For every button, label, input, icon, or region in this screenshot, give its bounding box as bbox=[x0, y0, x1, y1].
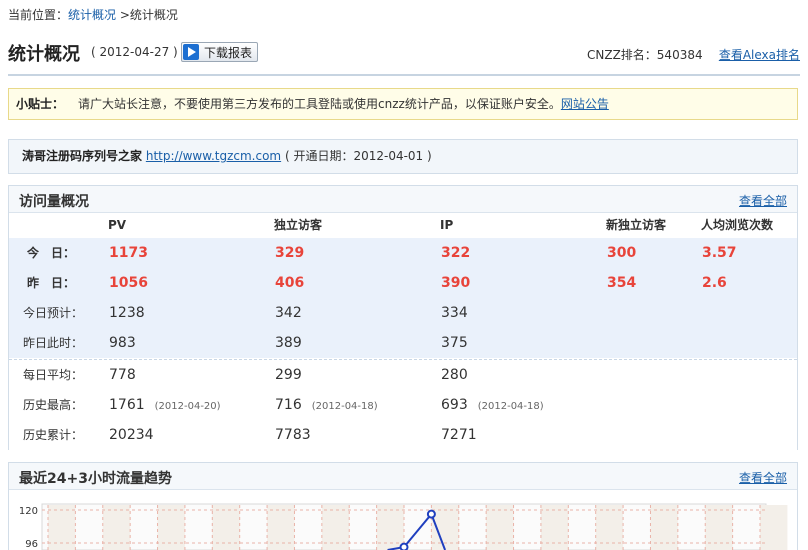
breadcrumb: 当前位置：统计概况 >统计概况 bbox=[8, 6, 178, 23]
header-pv: PV bbox=[108, 218, 127, 232]
breadcrumb-current: 统计概况 bbox=[129, 8, 178, 22]
site-open-date: ( 开通日期：2012-04-01 ) bbox=[284, 149, 432, 163]
table-row: 历史累计： 20234 7783 7271 bbox=[9, 420, 797, 450]
table-row: 每日平均： 778 299 280 bbox=[9, 360, 797, 390]
table-row: 今 日： 1173 329 322 300 3.57 bbox=[9, 238, 797, 268]
page-title: 统计概况 bbox=[8, 44, 80, 65]
daily-avg-pv: 778 bbox=[109, 367, 136, 383]
download-report-label: 下载报表 bbox=[204, 45, 253, 60]
today-ip: 322 bbox=[441, 245, 471, 261]
site-name: 涛哥注册码序列号之家 bbox=[22, 149, 143, 163]
visit-overview-panel: 访问量概况 查看全部 PV 独立访客 IP 新独立访客 人均浏览次数 今 日： … bbox=[8, 185, 798, 450]
site-url-link[interactable]: http://www.tgzcm.com bbox=[146, 149, 281, 163]
traffic-trend-chart: 120 96 bbox=[19, 503, 788, 550]
forecast-pv: 1238 bbox=[109, 305, 145, 321]
breadcrumb-prefix: 当前位置： bbox=[8, 8, 69, 22]
breadcrumb-separator: > bbox=[116, 8, 130, 22]
forecast-uv: 342 bbox=[275, 305, 302, 321]
same-time-yesterday-ip: 375 bbox=[441, 335, 468, 351]
report-date: ( 2012-04-27 ) bbox=[91, 45, 178, 59]
cnzz-rank: CNZZ排名：540384 bbox=[587, 48, 703, 62]
record-ip-date: (2012-04-18) bbox=[477, 401, 544, 412]
row-label: 历史最高： bbox=[23, 398, 84, 412]
header-unique-visitors: 独立访客 bbox=[274, 218, 323, 232]
table-row: 昨 日： 1056 406 390 354 2.6 bbox=[9, 268, 797, 298]
same-time-yesterday-pv: 983 bbox=[109, 335, 136, 351]
row-label: 每日平均： bbox=[23, 368, 84, 382]
today-new-uv: 300 bbox=[607, 245, 637, 261]
header-avg-views: 人均浏览次数 bbox=[701, 218, 774, 232]
tips-text: 请广大站长注意，不要使用第三方发布的工具登陆或使用cnzz统计产品，以保证账户安… bbox=[78, 97, 561, 111]
table-row: 今日预计： 1238 342 334 bbox=[9, 298, 797, 328]
today-pv: 1173 bbox=[109, 245, 148, 261]
record-uv: 716 (2012-04-18) bbox=[275, 390, 378, 422]
site-info-bar: 涛哥注册码序列号之家 http://www.tgzcm.com ( 开通日期：2… bbox=[8, 139, 798, 174]
yesterday-avg: 2.6 bbox=[702, 275, 727, 291]
traffic-trend-header: 最近24+3小时流量趋势 查看全部 bbox=[9, 463, 797, 490]
page-header: 统计概况 ( 2012-04-27 ) 下载报表 CNZZ排名：540384 查… bbox=[8, 40, 800, 68]
y-tick-label: 96 bbox=[25, 539, 38, 550]
traffic-trend-title: 最近24+3小时流量趋势 bbox=[19, 471, 172, 487]
yesterday-new-uv: 354 bbox=[607, 275, 637, 291]
play-icon bbox=[183, 44, 199, 60]
visit-table-header: PV 独立访客 IP 新独立访客 人均浏览次数 bbox=[9, 214, 797, 236]
visit-overview-header: 访问量概况 查看全部 bbox=[9, 186, 797, 213]
same-time-yesterday-uv: 389 bbox=[275, 335, 302, 351]
y-tick-label: 120 bbox=[19, 506, 38, 517]
row-label: 今 日： bbox=[27, 246, 76, 260]
data-point bbox=[426, 509, 436, 519]
record-uv-value: 716 bbox=[275, 397, 302, 413]
tips-banner: 小贴士： 请广大站长注意，不要使用第三方发布的工具登陆或使用cnzz统计产品，以保… bbox=[8, 88, 798, 120]
header-new-visitors: 新独立访客 bbox=[606, 218, 667, 232]
row-label: 今日预计： bbox=[23, 306, 84, 320]
breadcrumb-link[interactable]: 统计概况 bbox=[68, 8, 116, 22]
today-uv: 329 bbox=[275, 245, 305, 261]
visit-overview-title: 访问量概况 bbox=[19, 194, 89, 210]
total-uv: 7783 bbox=[275, 427, 311, 443]
row-label: 昨 日： bbox=[27, 276, 76, 290]
data-point bbox=[399, 542, 409, 550]
row-label: 昨日此时： bbox=[23, 336, 84, 350]
record-uv-date: (2012-04-18) bbox=[311, 401, 378, 412]
record-pv-value: 1761 bbox=[109, 397, 145, 413]
tips-label: 小贴士： bbox=[16, 97, 65, 111]
today-avg: 3.57 bbox=[702, 245, 737, 261]
forecast-ip: 334 bbox=[441, 305, 468, 321]
alexa-rank-link[interactable]: 查看Alexa排名 bbox=[719, 46, 800, 63]
table-row: 历史最高： 1761 (2012-04-20) 716 (2012-04-18) 6… bbox=[9, 390, 797, 420]
daily-avg-uv: 299 bbox=[275, 367, 302, 383]
download-report-button[interactable]: 下载报表 bbox=[181, 42, 258, 62]
yesterday-uv: 406 bbox=[275, 275, 305, 291]
record-pv-date: (2012-04-20) bbox=[154, 401, 221, 412]
yesterday-ip: 390 bbox=[441, 275, 471, 291]
yesterday-pv: 1056 bbox=[109, 275, 148, 291]
header-ip: IP bbox=[440, 218, 454, 232]
total-ip: 7271 bbox=[441, 427, 477, 443]
record-ip-value: 693 bbox=[441, 397, 468, 413]
record-ip: 693 (2012-04-18) bbox=[441, 390, 544, 422]
visit-view-all-link[interactable]: 查看全部 bbox=[739, 192, 787, 209]
record-pv: 1761 (2012-04-20) bbox=[109, 390, 221, 422]
daily-avg-ip: 280 bbox=[441, 367, 468, 383]
trend-view-all-link[interactable]: 查看全部 bbox=[739, 469, 787, 486]
site-announcement-link[interactable]: 网站公告 bbox=[561, 97, 609, 111]
total-pv: 20234 bbox=[109, 427, 154, 443]
table-row: 昨日此时： 983 389 375 bbox=[9, 328, 797, 358]
row-label: 历史累计： bbox=[23, 428, 84, 442]
title-divider bbox=[8, 74, 800, 76]
